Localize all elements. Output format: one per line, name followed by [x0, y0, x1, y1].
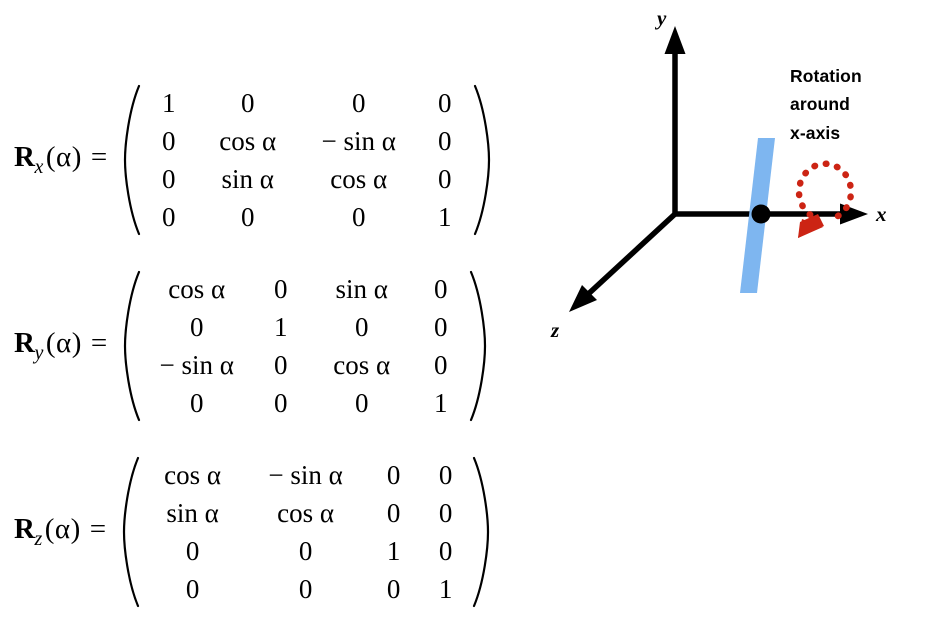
right-paren-icon [468, 270, 488, 422]
pivot-dot [751, 204, 771, 224]
matrix-cell: 0 [185, 573, 200, 604]
matrix-ry: cos α 0 sin α 0 0 1 0 0 − sin α 0 cos α … [122, 270, 488, 422]
equals-sign: = [89, 513, 107, 545]
matrix-symbol: R [14, 513, 36, 545]
matrix-cell: 0 [351, 201, 366, 232]
equation-label-rz: Rz(α) = [14, 513, 109, 551]
rotation-caption: Rotation around x-axis [790, 62, 930, 147]
matrix-cell: 0 [189, 387, 204, 418]
matrix-cell: 0 [438, 459, 453, 490]
matrix-symbol: R [14, 327, 36, 359]
matrix-cell: cos α [219, 125, 277, 156]
equation-rotation-matrix-z: Rz(α) = cos α − sin α 0 0 sin α cos α 0 0… [14, 456, 491, 608]
matrix-cell: − sin α [159, 349, 234, 380]
matrix-cell: 1 [437, 201, 452, 232]
matrix-cell: − sin α [321, 125, 396, 156]
matrix-cell: 0 [189, 311, 204, 342]
matrix-cell: 0 [386, 573, 401, 604]
matrix-cell: 0 [273, 273, 288, 304]
matrix-cells-rx: 1 0 0 0 0 cos α − sin α 0 0 sin α cos α … [142, 84, 472, 236]
matrix-cell: 0 [354, 311, 369, 342]
matrix-subscript: y [34, 342, 44, 364]
matrix-cell: 0 [386, 459, 401, 490]
matrix-cell: 0 [240, 201, 255, 232]
axis-label-z: z [551, 318, 560, 342]
matrix-cell: cos α [277, 497, 335, 528]
matrix-rx: 1 0 0 0 0 cos α − sin α 0 0 sin α cos α … [122, 84, 492, 236]
matrix-cell: 0 [437, 125, 452, 156]
matrix-cell: cos α [330, 163, 388, 194]
matrix-argument: (α) [44, 513, 81, 545]
matrix-cell: 0 [273, 387, 288, 418]
axis-label-y: y [657, 6, 667, 30]
matrix-cell: 0 [298, 535, 313, 566]
matrix-cell: 0 [437, 87, 452, 118]
matrix-cell: 0 [240, 87, 255, 118]
matrix-symbol: R [14, 141, 36, 173]
left-paren-icon [122, 84, 142, 236]
equation-label-rx: Rx(α) = [14, 141, 110, 179]
matrix-cell: 0 [433, 349, 448, 380]
matrix-argument: (α) [45, 327, 82, 359]
matrix-subscript: x [34, 156, 44, 178]
figure-root: Rx(α) = 1 0 0 0 0 cos α − sin α 0 0 sin α… [0, 0, 930, 639]
matrix-cell: 0 [161, 201, 176, 232]
matrix-cells-ry: cos α 0 sin α 0 0 1 0 0 − sin α 0 cos α … [142, 270, 468, 422]
axis-label-x: x [876, 202, 887, 226]
matrix-cell: 1 [433, 387, 448, 418]
matrix-cell: 0 [161, 163, 176, 194]
matrix-cell: 1 [273, 311, 288, 342]
matrix-cell: − sin α [268, 459, 343, 490]
matrix-cell: 0 [437, 163, 452, 194]
coordinate-system-diagram [530, 0, 930, 380]
equation-rotation-matrix-x: Rx(α) = 1 0 0 0 0 cos α − sin α 0 0 sin α… [14, 84, 492, 236]
matrix-cell: sin α [166, 497, 219, 528]
caption-line-1: Rotation [790, 66, 862, 86]
matrix-cell: cos α [164, 459, 222, 490]
left-paren-icon [121, 456, 141, 608]
matrix-cell: 0 [298, 573, 313, 604]
caption-line-3: x-axis [790, 122, 841, 143]
equals-sign: = [90, 141, 108, 173]
matrix-cell: cos α [168, 273, 226, 304]
rotation-arrow-icon [795, 160, 855, 238]
matrix-cells-rz: cos α − sin α 0 0 sin α cos α 0 0 0 0 1 … [141, 456, 471, 608]
matrix-cell: 0 [351, 87, 366, 118]
equation-rotation-matrix-y: Ry(α) = cos α 0 sin α 0 0 1 0 0 − sin α 0… [14, 270, 488, 422]
equals-sign: = [90, 327, 108, 359]
matrix-cell: 0 [185, 535, 200, 566]
caption-line-2: around [790, 94, 850, 115]
matrix-cell: sin α [335, 273, 388, 304]
matrix-cell: 0 [438, 535, 453, 566]
matrix-argument: (α) [45, 141, 82, 173]
matrix-cell: 0 [161, 125, 176, 156]
matrix-cell: 1 [386, 535, 401, 566]
matrix-rz: cos α − sin α 0 0 sin α cos α 0 0 0 0 1 … [121, 456, 491, 608]
matrix-cell: sin α [221, 163, 274, 194]
matrix-cell: 0 [386, 497, 401, 528]
matrix-cell: 0 [433, 311, 448, 342]
matrix-cell: 1 [438, 573, 453, 604]
right-paren-icon [471, 456, 491, 608]
matrix-cell: 0 [433, 273, 448, 304]
left-paren-icon [122, 270, 142, 422]
equation-label-ry: Ry(α) = [14, 327, 110, 365]
matrix-cell: 0 [354, 387, 369, 418]
right-paren-icon [472, 84, 492, 236]
matrix-cell: 0 [438, 497, 453, 528]
y-axis-icon [664, 26, 686, 214]
matrix-cell: 0 [273, 349, 288, 380]
matrix-cell: cos α [333, 349, 391, 380]
matrix-cell: 1 [161, 87, 176, 118]
z-axis-icon [569, 211, 677, 312]
matrix-subscript: z [34, 528, 43, 550]
